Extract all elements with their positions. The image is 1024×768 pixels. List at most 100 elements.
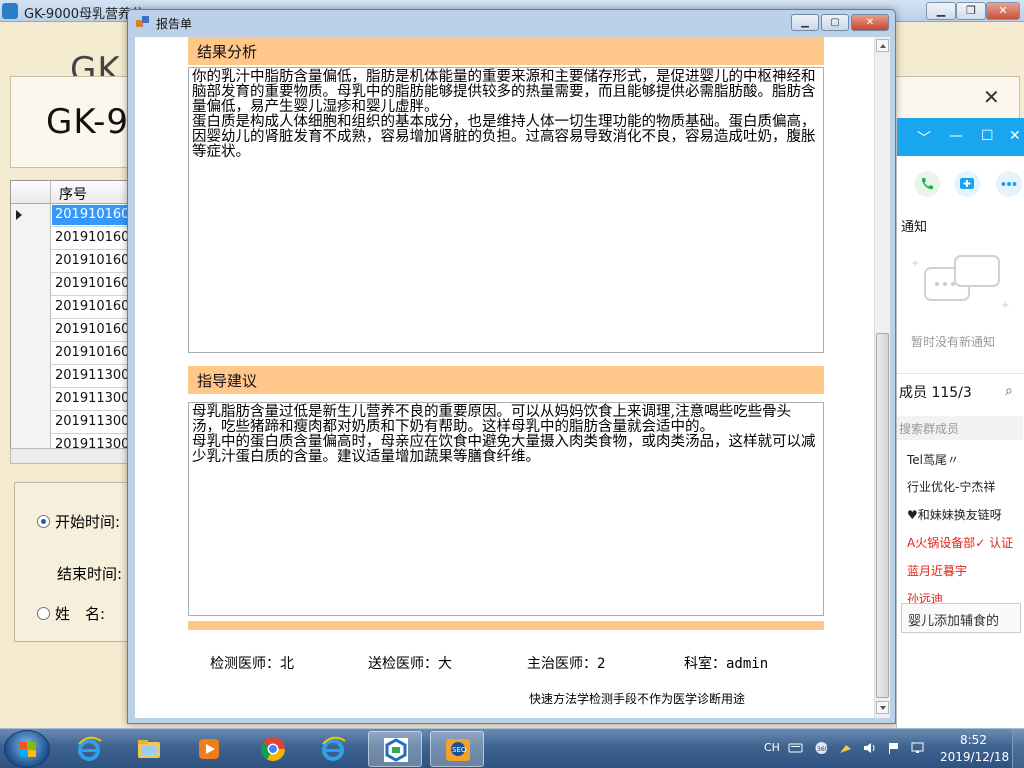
table-row[interactable]: 201911300 — [11, 411, 129, 434]
scroll-up-arrow-icon[interactable] — [876, 39, 889, 52]
main-window-title: GK-9000母乳营养分 — [24, 7, 145, 22]
row-header[interactable] — [11, 204, 51, 227]
main-minimize-button[interactable]: ▁ — [926, 2, 956, 20]
table-row[interactable]: 201910160 — [11, 273, 129, 296]
serial-number-cell[interactable]: 201911300 — [55, 391, 129, 406]
svg-text:+: + — [1001, 300, 1009, 311]
report-close-button[interactable]: ✕ — [851, 14, 889, 31]
row-header[interactable] — [11, 296, 51, 319]
row-header[interactable] — [11, 227, 51, 250]
taskbar-seo-tool[interactable]: SEO — [430, 731, 484, 767]
guidance-textbox[interactable]: 母乳脂肪含量过低是新生儿营养不良的重要原因。可以从妈妈饮食上来调理,注意喝些吃些… — [188, 402, 824, 616]
row-header[interactable] — [11, 342, 51, 365]
main-maximize-button[interactable]: ❐ — [956, 2, 986, 20]
grid-column-header[interactable]: 序号 — [59, 184, 87, 204]
folder-icon — [138, 740, 160, 758]
table-row[interactable]: 201910160 — [11, 342, 129, 365]
taskbar-shandong-app[interactable] — [368, 731, 422, 767]
guidance-header: 指导建议 — [188, 366, 824, 394]
member-item[interactable]: 行业优化-宁杰祥 — [907, 478, 995, 495]
serial-number-cell[interactable]: 201911300 — [55, 414, 129, 429]
add-message-icon[interactable] — [953, 170, 981, 198]
svg-text:+: + — [911, 258, 919, 269]
start-time-radio[interactable] — [37, 515, 50, 528]
member-item[interactable]: 蓝月近暮宇 — [907, 562, 967, 579]
tray-tool-icon[interactable] — [838, 741, 853, 755]
minimize-icon[interactable]: — — [949, 128, 963, 144]
serial-number-cell[interactable]: 201910160 — [55, 276, 129, 291]
clock-time[interactable]: 8:52 — [960, 733, 987, 747]
grid-horizontal-scrollbar[interactable] — [10, 448, 130, 464]
panel-close-icon[interactable]: ✕ — [983, 85, 1000, 109]
name-radio[interactable] — [37, 607, 50, 620]
report-vertical-scrollbar[interactable] — [874, 37, 890, 718]
serial-number-cell[interactable]: 201911300 — [55, 368, 129, 383]
maximize-icon[interactable]: ☐ — [981, 128, 994, 144]
row-header[interactable] — [11, 273, 51, 296]
taskbar-ie[interactable] — [62, 731, 116, 767]
serial-number-cell[interactable]: 201910160 — [55, 253, 129, 268]
table-row[interactable]: 201910160 — [11, 296, 129, 319]
seo-tool-icon: SEO — [446, 739, 470, 761]
scroll-down-arrow-icon[interactable] — [876, 701, 889, 714]
network-status-icon[interactable]: 360 — [814, 741, 829, 755]
result-analysis-header: 结果分析 — [188, 37, 824, 65]
taskbar-chrome[interactable] — [246, 731, 300, 767]
result-analysis-title: 结果分析 — [197, 43, 258, 61]
search-icon[interactable]: ⌕ — [1005, 383, 1013, 399]
current-row-arrow-icon — [16, 210, 22, 220]
more-options-icon[interactable] — [995, 170, 1023, 198]
table-row[interactable]: 201911300 — [11, 388, 129, 411]
taskbar-ie-2[interactable] — [306, 731, 360, 767]
member-search-input[interactable]: 搜索群成员 — [897, 416, 1023, 440]
table-row[interactable]: 201910160 — [11, 319, 129, 342]
table-row[interactable]: 201910160 — [11, 227, 129, 250]
row-header[interactable] — [11, 411, 51, 434]
close-icon[interactable]: ✕ — [1009, 128, 1021, 144]
chat-action-bar — [897, 162, 1024, 206]
report-maximize-button[interactable]: ▢ — [821, 14, 849, 31]
chat-message-input[interactable]: 婴儿添加辅食的 — [901, 603, 1021, 633]
attending-doctor-field: 主治医师：2 — [527, 656, 606, 672]
start-button[interactable] — [4, 730, 50, 768]
result-paragraph: 你的乳汁中脂肪含量偏低，脂肪是机体能量的重要来源和主要储存形式，是促进婴儿的中枢… — [192, 69, 816, 115]
serial-number-cell[interactable]: 201910160 — [55, 299, 129, 314]
serial-number-cell[interactable]: 201910160 — [55, 322, 129, 337]
clock-date[interactable]: 2019/12/18 — [940, 750, 1009, 764]
app-logo-icon — [2, 3, 18, 19]
row-header[interactable] — [11, 250, 51, 273]
table-row[interactable]: 201911300 — [11, 365, 129, 388]
table-row[interactable]: 201910160 — [11, 204, 129, 227]
row-header[interactable] — [11, 388, 51, 411]
show-desktop-button[interactable] — [1012, 729, 1024, 768]
serial-number-cell[interactable]: 201910160 — [55, 345, 129, 360]
scroll-thumb[interactable] — [876, 333, 889, 698]
action-center-flag-icon[interactable] — [886, 741, 901, 755]
volume-icon[interactable] — [862, 741, 877, 755]
serial-number-cell[interactable]: 201910160 — [55, 230, 129, 245]
member-item[interactable]: A火锅设备部✓ 认证 — [907, 534, 1013, 551]
svg-text:SEO: SEO — [452, 746, 467, 754]
main-close-button[interactable]: ✕ — [986, 2, 1020, 20]
disclaimer-text: 快速方法学检测手段不作为医学诊断用途 — [529, 692, 746, 706]
empty-notice-text: 暂时没有新通知 — [911, 335, 996, 349]
tray-language[interactable]: CH — [764, 741, 780, 754]
referring-doctor-field: 送检医师：大 — [368, 656, 452, 672]
chevron-down-icon[interactable]: ﹀ — [917, 128, 931, 148]
records-grid[interactable]: 序号 201910160 201910160 201910160 201910160 2… — [10, 180, 130, 462]
result-analysis-textbox[interactable]: 你的乳汁中脂肪含量偏低，脂肪是机体能量的重要来源和主要储存形式，是促进婴儿的中枢… — [188, 67, 824, 353]
table-row[interactable]: 201910160 — [11, 250, 129, 273]
phone-icon[interactable] — [913, 170, 941, 198]
keyboard-icon[interactable] — [788, 741, 803, 755]
taskbar-media-player[interactable] — [182, 731, 236, 767]
member-item[interactable]: ♥和妹妹换友链呀 — [907, 506, 1002, 523]
member-item[interactable]: Tel茑尾〃 — [907, 451, 959, 468]
serial-number-cell[interactable]: 201910160 — [52, 205, 129, 225]
row-header[interactable] — [11, 319, 51, 342]
report-minimize-button[interactable]: ▁ — [791, 14, 819, 31]
end-time-label: 结束时间: — [57, 565, 123, 583]
chat-panel: ﹀ — ☐ ✕ 通知 + + 暂时没有新通知 成员 115/3 ⌕ 搜索群成员 T… — [896, 118, 1024, 728]
taskbar-explorer[interactable] — [122, 731, 176, 767]
network-icon[interactable] — [910, 741, 925, 755]
row-header[interactable] — [11, 365, 51, 388]
